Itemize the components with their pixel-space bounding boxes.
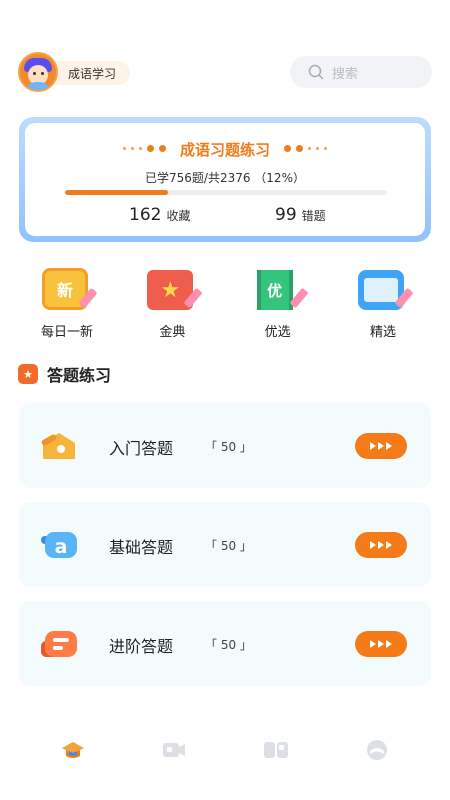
start-button[interactable] xyxy=(355,532,407,558)
category-label: 优选 xyxy=(264,325,291,340)
open-book-icon xyxy=(356,268,414,312)
category-grid: 新 每日一新 ★ 金典 优 优选 精选 xyxy=(22,268,428,340)
practice-count: 「 50 」 xyxy=(205,440,252,454)
practice-count: 「 50 」 xyxy=(205,638,252,652)
progress-bar xyxy=(65,190,387,195)
practice-title: 入门答题 xyxy=(109,439,174,458)
practice-card-beginner[interactable]: 入门答题 「 50 」 xyxy=(19,403,431,488)
home-hat-icon xyxy=(61,742,84,758)
decor-dots-right xyxy=(284,145,327,152)
classic-book-icon: ★ xyxy=(145,268,203,312)
section-title: 答题练习 xyxy=(47,366,112,385)
learned-progress-text: 已学756题/共2376 （12%） xyxy=(145,171,305,185)
progress-card[interactable]: 成语习题练习 已学756题/共2376 （12%） 162 收藏 99 错题 xyxy=(19,117,431,242)
category-label: 精选 xyxy=(369,325,396,340)
book-icon xyxy=(263,742,288,758)
house-icon xyxy=(41,433,75,459)
practice-count: 「 50 」 xyxy=(205,539,252,553)
category-selected[interactable]: 精选 xyxy=(338,268,428,340)
play-icon xyxy=(386,442,392,450)
play-icon xyxy=(386,541,392,549)
search-icon xyxy=(308,64,324,80)
category-best[interactable]: 优 优选 xyxy=(233,268,323,340)
play-icon xyxy=(386,640,392,648)
favorites-label: 收藏 xyxy=(166,209,191,223)
search-input[interactable]: 搜索 xyxy=(290,56,432,88)
start-button[interactable] xyxy=(355,433,407,459)
avatar[interactable] xyxy=(18,51,58,92)
play-icon xyxy=(370,442,376,450)
play-icon xyxy=(370,541,376,549)
practice-card-advanced[interactable]: 进阶答题 「 50 」 xyxy=(19,601,431,686)
category-daily-new[interactable]: 新 每日一新 xyxy=(22,268,112,340)
tab-book[interactable] xyxy=(256,734,296,766)
video-icon xyxy=(163,743,186,757)
star-icon: ★ xyxy=(18,364,38,384)
progress-bar-fill xyxy=(65,190,169,195)
profile-icon xyxy=(367,740,388,760)
start-button[interactable] xyxy=(355,631,407,657)
search-placeholder: 搜索 xyxy=(332,66,359,82)
profile-label: 成语学习 xyxy=(48,61,131,85)
tab-video[interactable] xyxy=(154,734,194,766)
errors-label: 错题 xyxy=(301,209,326,223)
practice-title: 进阶答题 xyxy=(109,637,174,656)
play-icon xyxy=(378,640,384,648)
errors-stat[interactable]: 99 错题 xyxy=(275,205,326,225)
new-icon: 新 xyxy=(40,268,98,312)
letter-a-icon: a xyxy=(41,532,77,558)
bottom-tab-bar xyxy=(0,730,450,770)
errors-count: 99 xyxy=(275,205,297,225)
best-scroll-icon: 优 xyxy=(251,268,309,312)
tab-home[interactable] xyxy=(53,734,93,766)
progress-card-title: 成语习题练习 xyxy=(179,141,270,159)
category-label: 每日一新 xyxy=(40,325,93,340)
play-icon xyxy=(370,640,376,648)
play-icon xyxy=(378,541,384,549)
header: 成语学习 搜索 xyxy=(18,51,432,92)
favorites-stat[interactable]: 162 收藏 xyxy=(129,205,190,225)
favorites-count: 162 xyxy=(129,205,162,225)
text-block-icon xyxy=(41,631,77,657)
section-header: ★ 答题练习 xyxy=(18,362,111,386)
profile[interactable]: 成语学习 xyxy=(18,51,131,92)
category-classic[interactable]: ★ 金典 xyxy=(127,268,217,340)
practice-card-basic[interactable]: a 基础答题 「 50 」 xyxy=(19,502,431,587)
svg-text:a: a xyxy=(55,536,68,558)
tab-profile[interactable] xyxy=(357,734,397,766)
practice-title: 基础答题 xyxy=(109,538,174,557)
play-icon xyxy=(378,442,384,450)
category-label: 金典 xyxy=(159,325,186,340)
